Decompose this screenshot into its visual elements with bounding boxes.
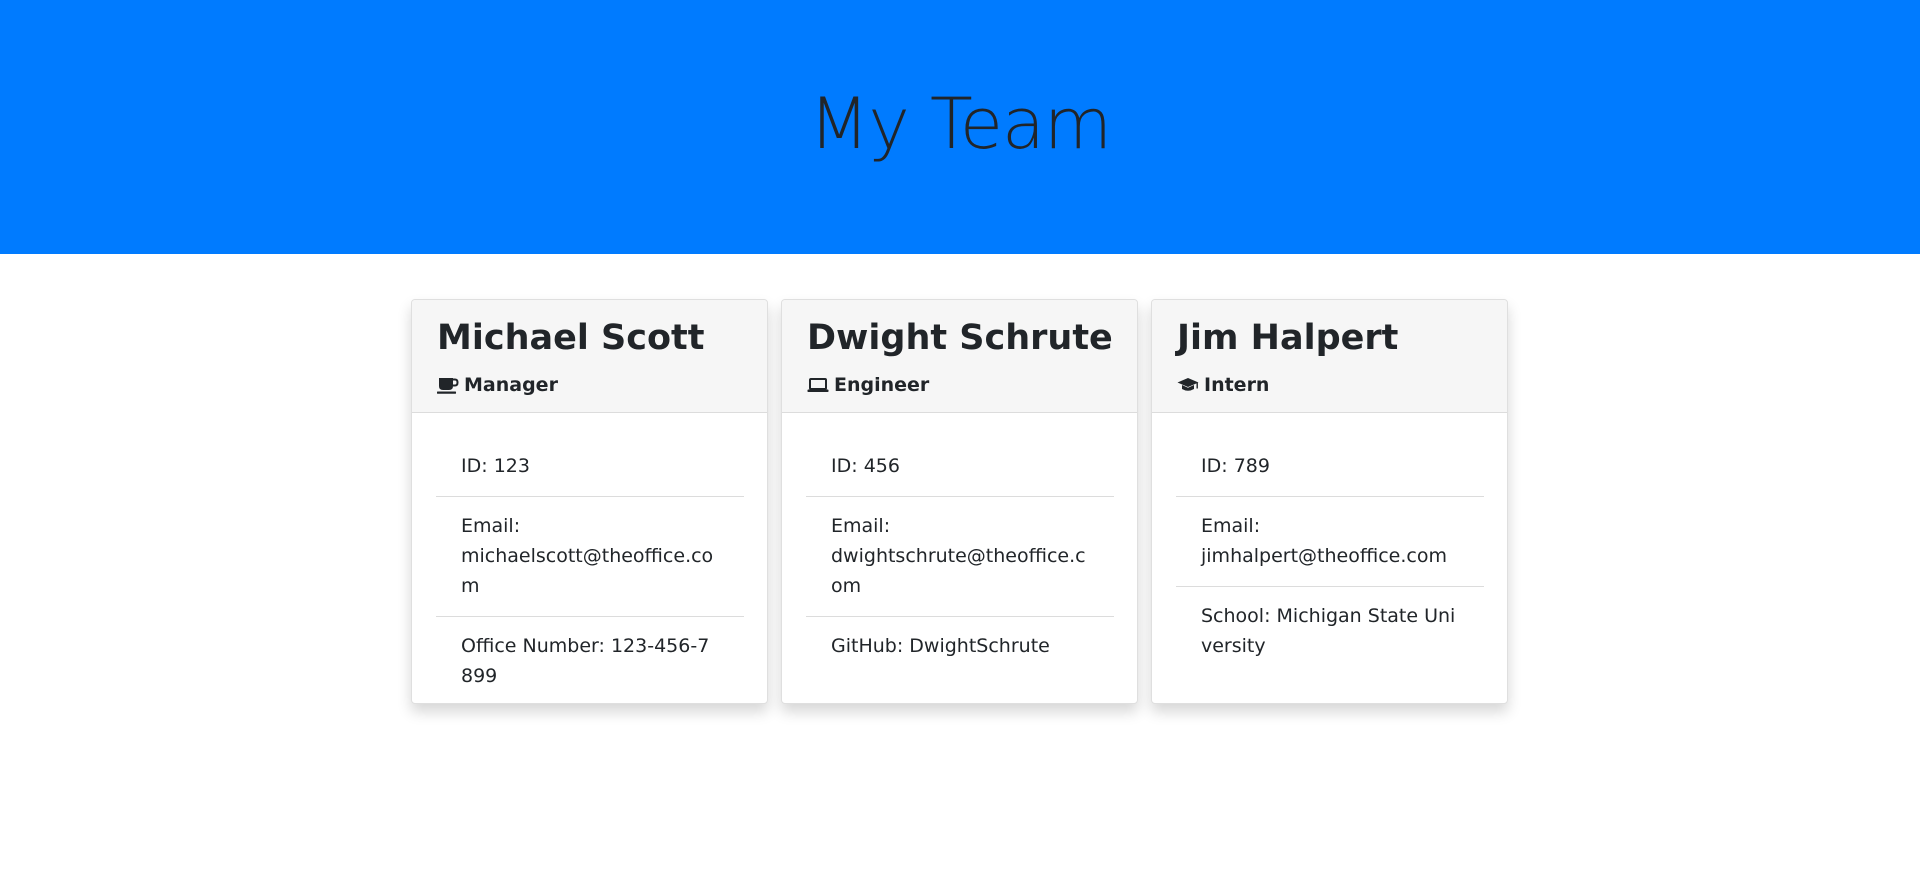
member-id-item: ID: 789 [1176,437,1484,497]
detail-label: Email: [1201,515,1261,537]
laptop-icon [807,376,829,394]
email-link[interactable]: jimhalpert@theoffice.com [1201,541,1459,571]
detail-label: ID: [461,455,488,477]
detail-label: ID: [1201,455,1228,477]
member-role: Manager [437,373,558,397]
member-role: Engineer [807,373,929,397]
member-role-label: Engineer [834,374,930,396]
detail-label: School: [1201,605,1271,627]
detail-value: 123 [493,455,530,477]
email-link[interactable]: michaelscott@theoffice.com [461,541,719,601]
member-details-list: ID: 456 Email: dwightschrute@theoffice.c… [806,437,1114,676]
team-member-card-intern: Jim Halpert Intern ID: 789 Email: jimhal… [1151,299,1508,704]
detail-label: Email: [831,515,891,537]
member-email-item: Email: dwightschrute@theoffice.com [806,497,1114,617]
card-header: Jim Halpert Intern [1152,300,1507,413]
graduation-cap-icon [1177,376,1199,394]
detail-label: GitHub: [831,635,904,657]
github-link[interactable]: DwightSchrute [909,635,1050,657]
coffee-mug-icon [437,376,459,394]
detail-value: 456 [863,455,900,477]
member-office-number-item: Office Number: 123-456-7899 [436,617,744,703]
member-github-item: GitHub: DwightSchrute [806,617,1114,676]
detail-label: Email: [461,515,521,537]
email-link[interactable]: dwightschrute@theoffice.com [831,541,1089,601]
page-title: My Team [808,83,1112,165]
member-role: Intern [1177,373,1269,397]
member-id-item: ID: 123 [436,437,744,497]
team-member-card-engineer: Dwight Schrute Engineer ID: 456 Email: d… [781,299,1138,704]
card-header: Dwight Schrute Engineer [782,300,1137,413]
member-name: Dwight Schrute [807,318,1113,358]
member-name: Michael Scott [437,318,705,358]
member-email-item: Email: jimhalpert@theoffice.com [1176,497,1484,587]
member-role-label: Manager [464,374,558,396]
card-header: Michael Scott Manager [412,300,767,413]
page-header-banner: My Team [0,0,1920,254]
team-member-card-manager: Michael Scott Manager ID: 123 Email: mic… [411,299,768,704]
detail-label: Office Number: [461,635,605,657]
member-name: Jim Halpert [1177,318,1399,358]
member-role-label: Intern [1204,374,1270,396]
detail-label: ID: [831,455,858,477]
member-details-list: ID: 789 Email: jimhalpert@theoffice.com … [1176,437,1484,676]
member-id-item: ID: 456 [806,437,1114,497]
member-email-item: Email: michaelscott@theoffice.com [436,497,744,617]
detail-value: 789 [1233,455,1270,477]
member-school-item: School: Michigan State University [1176,587,1484,676]
member-details-list: ID: 123 Email: michaelscott@theoffice.co… [436,437,744,703]
